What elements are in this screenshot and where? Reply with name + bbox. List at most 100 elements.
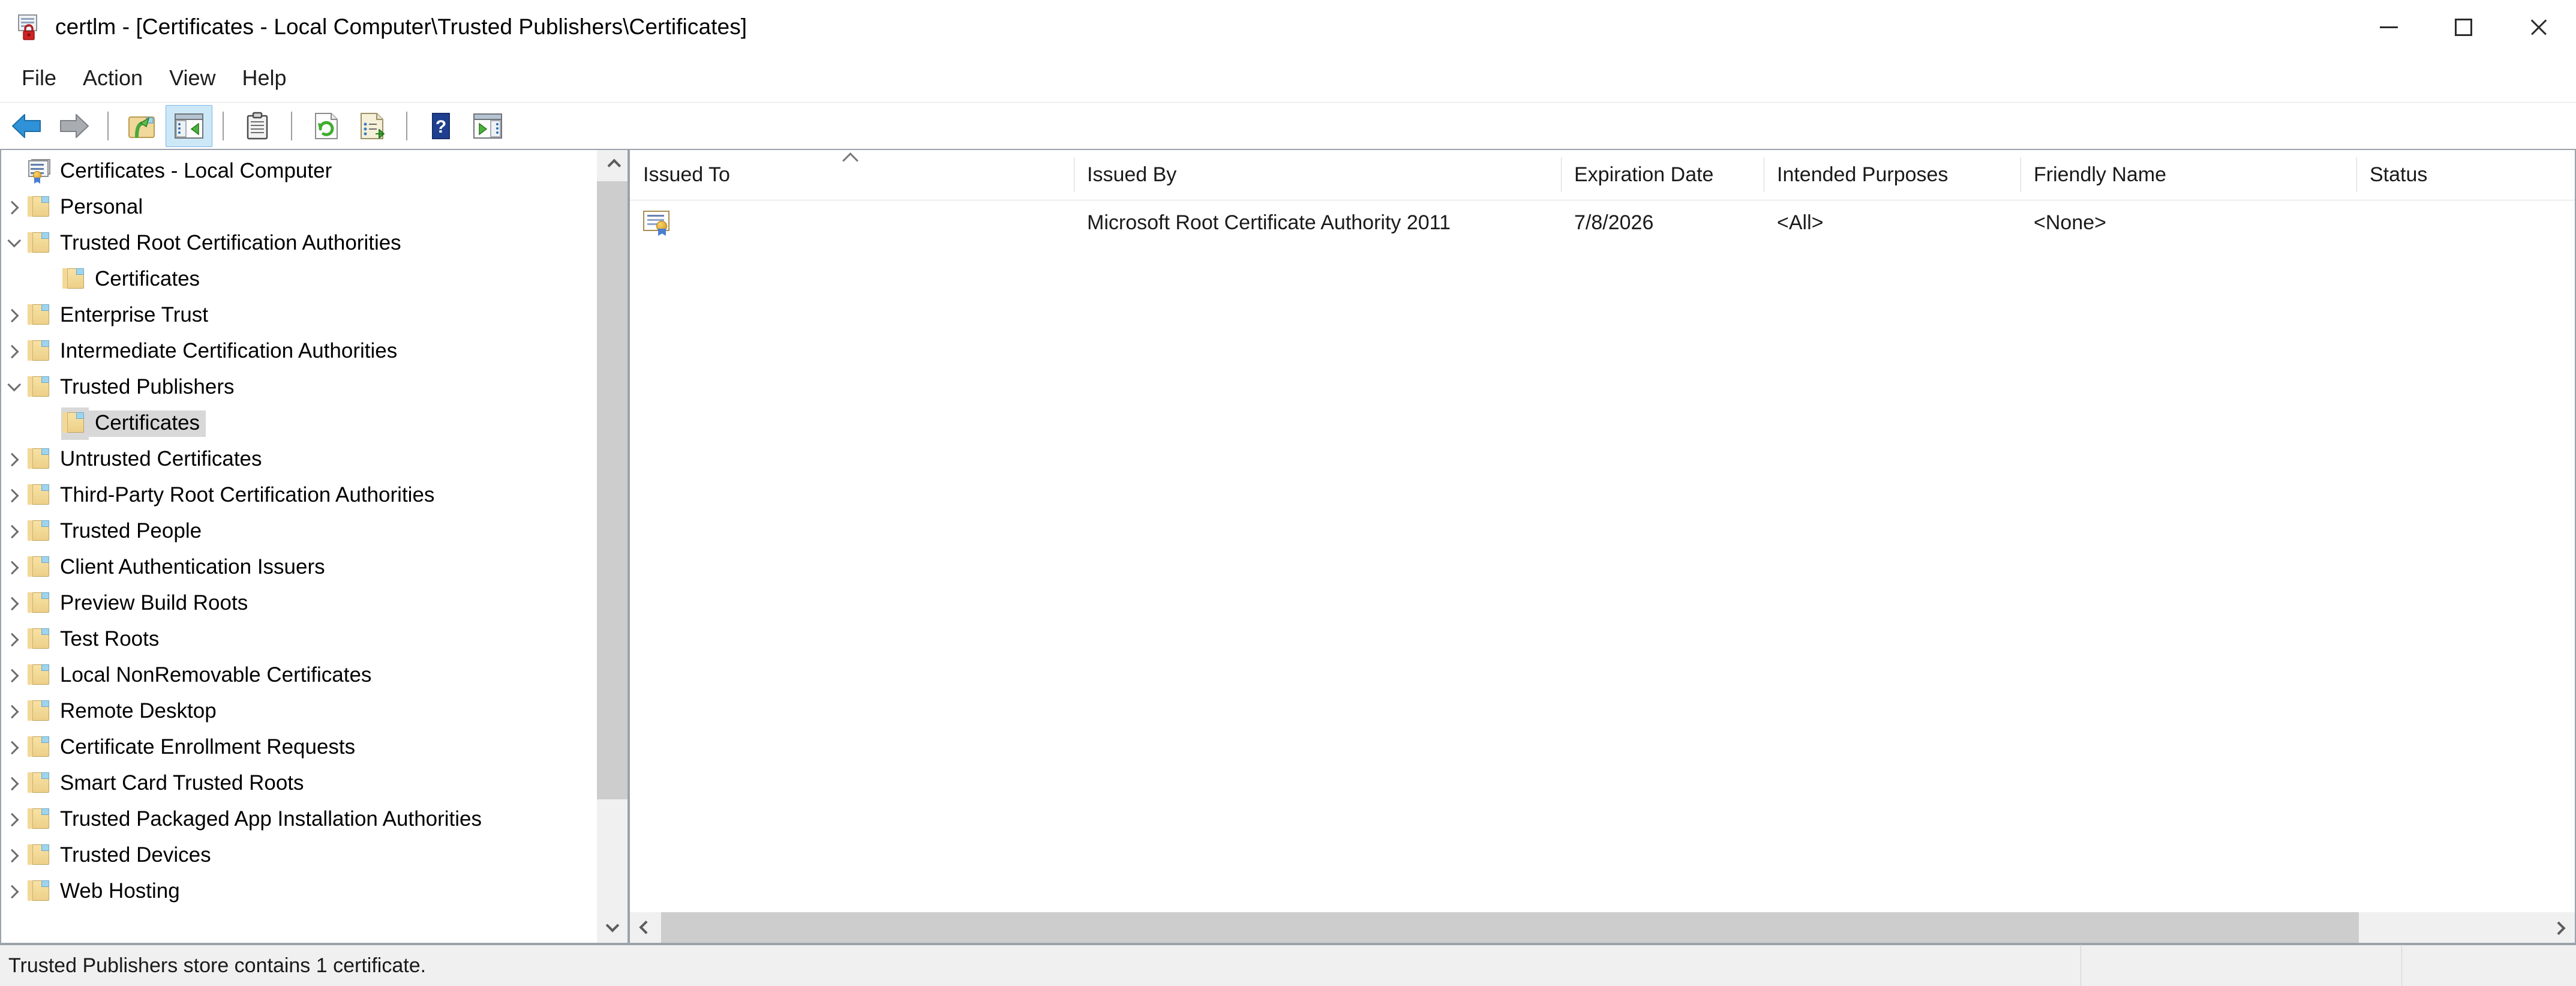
folder-icon bbox=[26, 231, 54, 256]
tree-node-label: Third-Party Root Certification Authoriti… bbox=[60, 483, 435, 507]
scroll-down-button[interactable] bbox=[597, 912, 628, 943]
show-action-pane-icon bbox=[473, 113, 502, 139]
chevron-right-icon[interactable] bbox=[1, 442, 26, 478]
list-horizontal-scrollbar[interactable] bbox=[630, 912, 2575, 943]
tree-node-intermediate-certification-authorities[interactable]: Intermediate Certification Authorities bbox=[1, 334, 596, 370]
tree-node-web-hosting[interactable]: Web Hosting bbox=[1, 874, 596, 910]
chevron-right-icon[interactable] bbox=[1, 586, 26, 622]
chevron-right-icon[interactable] bbox=[1, 622, 26, 658]
scroll-up-button[interactable] bbox=[597, 150, 628, 181]
tree-node-label: Untrusted Certificates bbox=[60, 447, 262, 470]
chevron-right-icon[interactable] bbox=[1, 478, 26, 514]
chevron-right-icon[interactable] bbox=[1, 694, 26, 730]
back-button[interactable] bbox=[4, 105, 50, 147]
chevron-right-icon[interactable] bbox=[1, 550, 26, 586]
refresh-button[interactable] bbox=[302, 105, 349, 147]
maximize-button[interactable] bbox=[2426, 0, 2501, 54]
column-header-status[interactable]: Status bbox=[2356, 150, 2512, 200]
list-scroll-track[interactable] bbox=[661, 912, 2544, 943]
chevron-right-icon[interactable] bbox=[1, 730, 26, 766]
chevron-right-icon[interactable] bbox=[1, 298, 26, 334]
certificate-lock-icon bbox=[16, 14, 42, 40]
tree-node-label: Trusted Root Certification Authorities bbox=[60, 231, 401, 254]
chevron-right-icon[interactable] bbox=[1, 838, 26, 874]
tree-node-client-authentication-issuers[interactable]: Client Authentication Issuers bbox=[1, 550, 596, 586]
tree-scroll-track[interactable] bbox=[597, 181, 628, 912]
chevron-right-icon[interactable] bbox=[1, 514, 26, 550]
tree-scroll-thumb[interactable] bbox=[597, 181, 628, 799]
menu-item-view[interactable]: View bbox=[156, 61, 229, 95]
maximize-icon bbox=[2455, 18, 2472, 36]
tree-node-label: Certificates bbox=[89, 410, 206, 437]
window-controls bbox=[2351, 0, 2576, 54]
export-list-icon bbox=[361, 112, 385, 139]
chevron-right-icon[interactable] bbox=[1, 190, 26, 226]
scroll-right-button[interactable] bbox=[2544, 912, 2575, 943]
column-header-label: Friendly Name bbox=[2034, 163, 2167, 186]
forward-button[interactable] bbox=[50, 105, 97, 147]
tree-node-trusted-people[interactable]: Trusted People bbox=[1, 514, 596, 550]
menu-item-file[interactable]: File bbox=[8, 61, 70, 95]
tree-node-test-roots[interactable]: Test Roots bbox=[1, 622, 596, 658]
column-header-issued-to[interactable]: Issued To bbox=[630, 150, 1074, 200]
certificate-list[interactable]: Microsoft Root Certificate Authority 201… bbox=[630, 200, 2575, 912]
tree-node-trusted-devices[interactable]: Trusted Devices bbox=[1, 838, 596, 874]
tree-node-untrusted-certificates[interactable]: Untrusted Certificates bbox=[1, 442, 596, 478]
minimize-button[interactable] bbox=[2351, 0, 2426, 54]
tree-node-smart-card-trusted-roots[interactable]: Smart Card Trusted Roots bbox=[1, 766, 596, 802]
tree-node-remote-desktop[interactable]: Remote Desktop bbox=[1, 694, 596, 730]
properties-button[interactable] bbox=[234, 105, 281, 147]
tree-node-label: Remote Desktop bbox=[60, 699, 217, 723]
tree-node-enterprise-trust[interactable]: Enterprise Trust bbox=[1, 298, 596, 334]
chevron-right-icon[interactable] bbox=[1, 766, 26, 802]
show-hide-console-tree-button[interactable] bbox=[166, 104, 212, 147]
tree-node-certificates[interactable]: Certificates bbox=[1, 406, 596, 442]
column-header-expiration-date[interactable]: Expiration Date bbox=[1561, 150, 1764, 200]
scroll-left-button[interactable] bbox=[630, 912, 661, 943]
tree-node-trusted-packaged-app-installation-authorities[interactable]: Trusted Packaged App Installation Author… bbox=[1, 802, 596, 838]
tree-node-personal[interactable]: Personal bbox=[1, 190, 596, 226]
status-bar: Trusted Publishers store contains 1 cert… bbox=[0, 944, 2576, 986]
cell-expiration-date: 7/8/2026 bbox=[1561, 200, 1764, 245]
tree-node-third-party-root-certification-authorities[interactable]: Third-Party Root Certification Authoriti… bbox=[1, 478, 596, 514]
folder-icon bbox=[26, 843, 54, 868]
column-header-friendly-name[interactable]: Friendly Name bbox=[2020, 150, 2356, 200]
chevron-right-icon[interactable] bbox=[1, 658, 26, 694]
show-hide-tree-icon bbox=[175, 113, 203, 139]
menu-item-help[interactable]: Help bbox=[229, 61, 299, 95]
folder-icon bbox=[26, 555, 54, 580]
window-title: certlm - [Certificates - Local Computer\… bbox=[55, 14, 747, 39]
column-header-issued-by[interactable]: Issued By bbox=[1074, 150, 1561, 200]
chevron-down-icon[interactable] bbox=[1, 370, 26, 406]
list-scroll-thumb[interactable] bbox=[661, 912, 2359, 943]
tree-expander-empty bbox=[36, 406, 61, 442]
chevron-right-icon[interactable] bbox=[1, 802, 26, 838]
tree-node-local-nonremovable-certificates[interactable]: Local NonRemovable Certificates bbox=[1, 658, 596, 694]
tree-node-trusted-publishers[interactable]: Trusted Publishers bbox=[1, 370, 596, 406]
help-button[interactable]: ? bbox=[418, 105, 464, 147]
certificate-row[interactable]: Microsoft Root Certificate Authority 201… bbox=[630, 200, 2575, 245]
show-hide-action-pane-button[interactable] bbox=[464, 105, 511, 147]
tree-node-preview-build-roots[interactable]: Preview Build Roots bbox=[1, 586, 596, 622]
close-button[interactable] bbox=[2501, 0, 2576, 54]
tree-node-trusted-root-certification-authorities[interactable]: Trusted Root Certification Authorities bbox=[1, 226, 596, 262]
tree-node-certificates[interactable]: Certificates bbox=[1, 262, 596, 298]
tree-node-label: Trusted People bbox=[60, 519, 202, 543]
menu-item-action[interactable]: Action bbox=[70, 61, 156, 95]
up-one-level-button[interactable] bbox=[119, 105, 166, 147]
tree-vertical-scrollbar[interactable] bbox=[596, 150, 628, 943]
tree-node-certificate-enrollment-requests[interactable]: Certificate Enrollment Requests bbox=[1, 730, 596, 766]
chevron-right-icon[interactable] bbox=[1, 334, 26, 370]
console-tree[interactable]: Certificates - Local Computer Personal Tr… bbox=[1, 150, 596, 943]
column-header-intended-purposes[interactable]: Intended Purposes bbox=[1764, 150, 2020, 200]
export-list-button[interactable] bbox=[349, 105, 396, 147]
toolbar-separator bbox=[406, 111, 407, 140]
scroll-down-icon bbox=[605, 918, 619, 933]
back-arrow-icon bbox=[12, 113, 41, 138]
folder-icon bbox=[26, 663, 54, 688]
cell-issued-by: Microsoft Root Certificate Authority 201… bbox=[1074, 200, 1561, 245]
chevron-down-icon[interactable] bbox=[1, 226, 26, 262]
folder-icon bbox=[26, 447, 54, 472]
chevron-right-icon[interactable] bbox=[1, 874, 26, 910]
tree-node-root[interactable]: Certificates - Local Computer bbox=[1, 154, 596, 190]
